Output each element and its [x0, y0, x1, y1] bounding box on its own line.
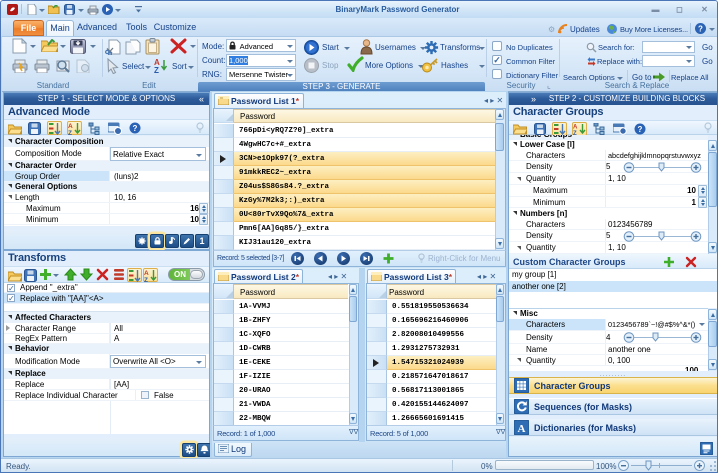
- svg-text:Z: Z: [144, 277, 148, 282]
- svg-text:?: ?: [132, 124, 137, 133]
- svg-text:A: A: [518, 423, 526, 435]
- svg-text:?: ?: [637, 125, 642, 134]
- svg-text:A: A: [144, 270, 149, 277]
- svg-text:Z: Z: [68, 130, 72, 135]
- svg-text:?: ?: [698, 25, 703, 34]
- svg-text:A: A: [68, 123, 73, 130]
- svg-text:A: A: [573, 125, 578, 131]
- svg-text:Z: Z: [154, 66, 159, 73]
